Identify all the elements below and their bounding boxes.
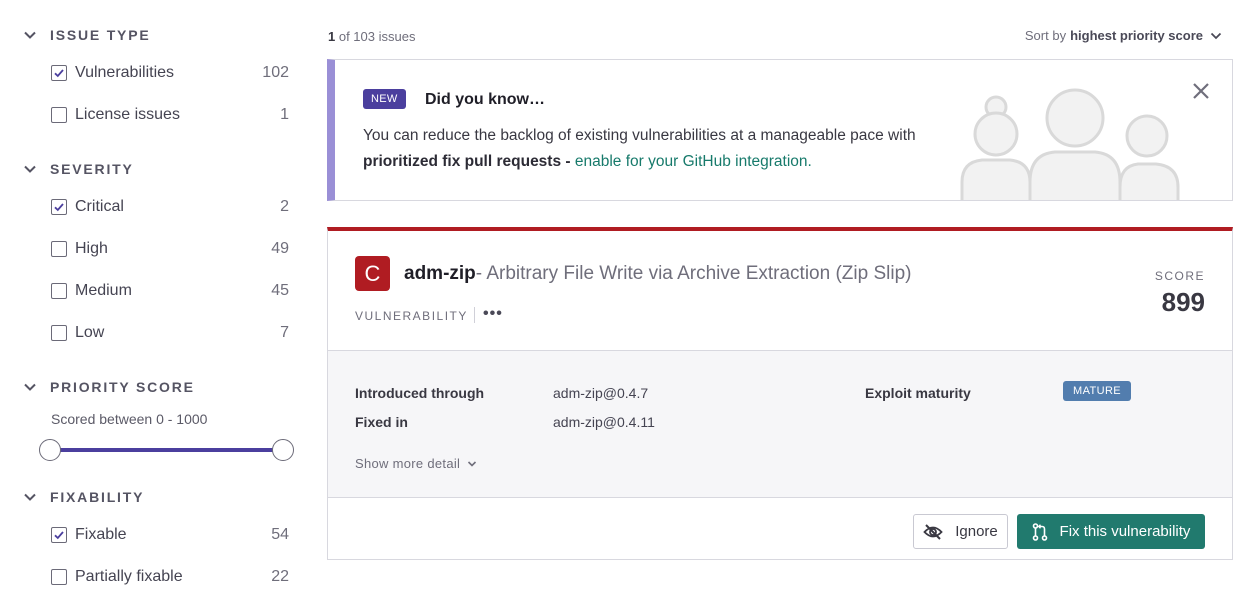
checkbox-unchecked[interactable] xyxy=(51,569,67,585)
filter-label: Critical xyxy=(75,198,124,215)
chevron-down-icon xyxy=(1210,32,1222,39)
more-options-icon[interactable]: ••• xyxy=(483,305,503,323)
banner-title: Did you know… xyxy=(425,91,545,108)
chevron-down-icon xyxy=(24,31,36,39)
score-range-slider-track[interactable] xyxy=(51,448,283,452)
exploit-maturity-label: Exploit maturity xyxy=(865,385,971,401)
checkbox-unchecked[interactable] xyxy=(51,325,67,341)
chevron-down-icon xyxy=(468,460,477,467)
filter-label: Medium xyxy=(75,282,132,299)
filter-label: Vulnerabilities xyxy=(75,64,175,81)
vulnerability-title: - Arbitrary File Write via Archive Extra… xyxy=(475,263,912,284)
filter-medium[interactable]: Medium 45 xyxy=(51,280,289,302)
section-title: PRIORITY SCORE xyxy=(50,379,195,395)
issue-count: 1 of 103 issues xyxy=(328,29,415,44)
section-title: SEVERITY xyxy=(50,161,134,177)
section-issue-type-header[interactable]: ISSUE TYPE xyxy=(22,27,150,43)
filter-label: Fixable xyxy=(75,526,127,543)
sort-dropdown[interactable]: Sort by highest priority score xyxy=(1025,28,1223,43)
eye-off-icon xyxy=(923,523,943,540)
filter-label: Low xyxy=(75,324,105,341)
banner-body: You can reduce the backlog of existing v… xyxy=(363,127,916,144)
exploit-maturity-badge: MATURE xyxy=(1063,381,1132,401)
filter-partially-fixable[interactable]: Partially fixable 22 xyxy=(51,566,289,588)
new-badge: NEW xyxy=(363,89,406,109)
sort-prefix: Sort by xyxy=(1024,28,1067,43)
critical-severity-icon: C xyxy=(355,256,390,291)
filter-fixable[interactable]: Fixable 54 xyxy=(51,524,289,546)
section-priority-score-header[interactable]: PRIORITY SCORE xyxy=(22,379,195,395)
fix-button-label: Fix this vulnerability xyxy=(1059,523,1191,540)
ignore-button[interactable]: Ignore xyxy=(913,514,1008,549)
filter-label: Partially fixable xyxy=(75,568,183,585)
banner-text: You can reduce the backlog of existing v… xyxy=(363,123,983,175)
pull-request-icon xyxy=(1032,522,1047,541)
filter-license-issues[interactable]: License issues 1 xyxy=(51,104,289,126)
filter-count: 49 xyxy=(271,240,289,257)
fixed-in-label: Fixed in xyxy=(355,414,408,430)
issue-count-total: of 103 issues xyxy=(335,29,416,44)
banner-dash: - xyxy=(561,153,575,170)
filter-vulnerabilities[interactable]: Vulnerabilities 102 xyxy=(51,62,289,84)
filter-label: License issues xyxy=(75,106,180,123)
ignore-button-label: Ignore xyxy=(955,523,998,540)
checkmark-icon xyxy=(54,69,64,78)
chevron-down-icon xyxy=(24,383,36,391)
filter-count: 2 xyxy=(280,198,289,215)
show-more-label: Show more detail xyxy=(355,456,461,471)
checkbox-checked[interactable] xyxy=(51,199,67,215)
introduced-through-value: adm-zip@0.4.7 xyxy=(553,385,649,401)
section-severity-header[interactable]: SEVERITY xyxy=(22,161,134,177)
filter-sidebar: ISSUE TYPE Vulnerabilities 102 License i… xyxy=(0,0,305,591)
filter-count: 54 xyxy=(271,526,289,543)
checkbox-checked[interactable] xyxy=(51,527,67,543)
checkmark-icon xyxy=(54,531,64,540)
filter-count: 102 xyxy=(262,64,289,81)
issue-card: C adm-zip- Arbitrary File Write via Arch… xyxy=(327,227,1233,560)
score-value: 899 xyxy=(1161,287,1205,317)
score-range-caption: Scored between 0 - 1000 xyxy=(51,411,208,427)
filter-count: 45 xyxy=(271,282,289,299)
issue-details-panel: Introduced through adm-zip@0.4.7 Fixed i… xyxy=(328,350,1232,498)
people-illustration xyxy=(960,88,1180,200)
score-slider-min-handle[interactable] xyxy=(39,439,61,461)
show-more-detail-toggle[interactable]: Show more detail xyxy=(355,456,478,471)
filter-count: 1 xyxy=(280,106,289,123)
checkbox-unchecked[interactable] xyxy=(51,283,67,299)
checkbox-checked[interactable] xyxy=(51,65,67,81)
fix-vulnerability-button[interactable]: Fix this vulnerability xyxy=(1017,514,1205,549)
section-title: ISSUE TYPE xyxy=(50,27,151,43)
checkmark-icon xyxy=(54,203,64,212)
filter-count: 22 xyxy=(271,568,289,585)
checkbox-unchecked[interactable] xyxy=(51,107,67,123)
checkbox-unchecked[interactable] xyxy=(51,241,67,257)
issue-type-label: VULNERABILITY xyxy=(355,309,468,323)
filter-high[interactable]: High 49 xyxy=(51,238,289,260)
score-label: SCORE xyxy=(1154,269,1205,283)
banner-link[interactable]: enable for your GitHub integration. xyxy=(575,153,812,170)
filter-critical[interactable]: Critical 2 xyxy=(51,196,289,218)
banner-bold: prioritized fix pull requests xyxy=(363,153,562,170)
chevron-down-icon xyxy=(24,493,36,501)
section-fixability-header[interactable]: FIXABILITY xyxy=(22,489,144,505)
score-slider-max-handle[interactable] xyxy=(272,439,294,461)
introduced-through-label: Introduced through xyxy=(355,385,485,401)
issue-title[interactable]: adm-zip- Arbitrary File Write via Archiv… xyxy=(404,263,911,285)
section-title: FIXABILITY xyxy=(50,489,145,505)
divider xyxy=(474,307,475,323)
fixed-in-value: adm-zip@0.4.11 xyxy=(553,414,655,430)
chevron-down-icon xyxy=(24,165,36,173)
close-icon[interactable] xyxy=(1190,80,1212,102)
filter-low[interactable]: Low 7 xyxy=(51,322,289,344)
did-you-know-banner: NEW Did you know… You can reduce the bac… xyxy=(327,59,1233,201)
package-name: adm-zip xyxy=(404,263,476,284)
filter-label: High xyxy=(75,240,108,257)
sort-value: highest priority score xyxy=(1070,28,1203,43)
filter-count: 7 xyxy=(280,324,289,341)
